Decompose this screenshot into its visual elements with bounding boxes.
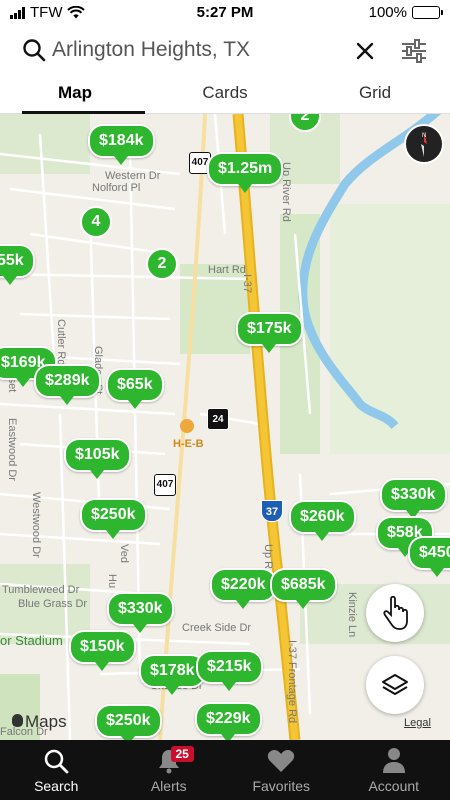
draw-search-button[interactable] <box>366 584 424 642</box>
road-label: Tumbleweed Dr <box>2 584 80 596</box>
compass-icon[interactable]: N <box>404 124 444 164</box>
price-pin[interactable]: $229k <box>195 702 262 740</box>
road-label: Ved <box>118 544 130 563</box>
price-pin[interactable]: $105k <box>64 438 131 479</box>
road-label: Eastwood Dr <box>6 418 18 481</box>
status-bar: TFW 5:27 PM 100% <box>0 0 450 26</box>
poi-label: H-E-B <box>173 438 204 450</box>
battery-icon <box>412 6 443 19</box>
price-pin[interactable]: $330k <box>380 478 447 519</box>
listing-cluster[interactable]: 2 <box>146 248 178 280</box>
price-pin[interactable]: $65k <box>106 368 164 409</box>
tabbar-alerts[interactable]: 25 Alerts <box>113 740 226 800</box>
price-pin[interactable]: $220k <box>210 568 277 609</box>
price-pin[interactable]: $184k <box>88 124 155 165</box>
tabbar-account[interactable]: Account <box>338 740 450 800</box>
alerts-badge: 25 <box>170 746 194 762</box>
road-label: Up R <box>262 544 274 570</box>
interstate-37-shield: 37 <box>261 500 283 522</box>
clear-search-button[interactable] <box>350 36 380 66</box>
tab-cards[interactable]: Cards <box>150 74 300 113</box>
road-label: I-37 Frontage Rd <box>286 640 298 724</box>
tab-grid[interactable]: Grid <box>300 74 450 113</box>
price-pin[interactable]: $260k <box>289 500 356 541</box>
road-label: Western Dr <box>105 170 161 182</box>
heart-icon <box>268 750 295 772</box>
road-label: Nolford Pl <box>92 182 141 194</box>
map-layers-button[interactable] <box>366 656 424 714</box>
tabbar-favorites[interactable]: Favorites <box>225 740 338 800</box>
road-label: Cutler Rd <box>55 319 67 366</box>
search-bar: Arlington Heights, TX <box>0 28 450 74</box>
apple-maps-logo: Maps <box>12 712 67 732</box>
road-label: Hu <box>106 574 118 589</box>
listing-cluster[interactable]: 4 <box>80 206 112 238</box>
tabbar-label: Alerts <box>150 778 187 794</box>
road-label: I-37 <box>241 274 253 293</box>
search-icon <box>45 749 69 774</box>
battery-group: 100% <box>368 4 443 21</box>
svg-text:N: N <box>422 133 426 139</box>
tabbar-search[interactable]: Search <box>0 740 113 800</box>
road-label: Creek Side Dr <box>182 622 252 634</box>
road-label: Westwood Dr <box>30 492 42 558</box>
bottom-tab-bar: Search 25 Alerts Favorites Account <box>0 740 450 800</box>
shopping-cart-icon <box>180 419 194 433</box>
hand-pointer-icon <box>383 596 408 630</box>
highway-24-shield: 24 <box>207 408 229 430</box>
price-pin[interactable]: $175k <box>236 312 303 353</box>
price-pin[interactable]: $289k <box>34 364 101 405</box>
price-pin[interactable]: $215k <box>196 650 263 691</box>
battery-percent: 100% <box>368 4 407 21</box>
tabbar-label: Favorites <box>252 778 311 794</box>
price-pin[interactable]: $250k <box>80 498 147 539</box>
price-pin[interactable]: $1.25m <box>207 152 284 193</box>
maps-attribution: Maps <box>25 712 67 731</box>
map-view[interactable]: Western Dr Nolford Pl Hart Rd Up River R… <box>0 114 450 740</box>
view-tabs: Map Cards Grid <box>0 74 450 114</box>
app-screen: TFW 5:27 PM 100% Arlington Heights, TX M… <box>0 0 450 800</box>
search-icon <box>23 39 46 62</box>
legal-link[interactable]: Legal <box>404 717 431 729</box>
tab-map[interactable]: Map <box>0 74 150 114</box>
price-pin[interactable]: $330k <box>107 592 174 633</box>
filter-sliders-button[interactable] <box>398 36 430 66</box>
price-pin[interactable]: $450 <box>408 536 450 577</box>
price-pin[interactable]: 55k <box>0 244 35 285</box>
highway-407-shield: 407 <box>154 474 176 496</box>
place-label: or Stadium <box>0 633 63 648</box>
tabbar-label: Search <box>34 778 79 794</box>
price-pin[interactable]: $685k <box>270 568 337 609</box>
price-pin[interactable]: $250k <box>95 704 162 740</box>
price-pin[interactable]: $150k <box>69 630 136 671</box>
road-label: Blue Grass Dr <box>18 598 88 610</box>
search-input[interactable]: Arlington Heights, TX <box>52 38 342 62</box>
layers-icon <box>382 674 408 695</box>
apple-logo-icon <box>12 714 23 727</box>
tabbar-label: Account <box>368 778 420 794</box>
road-label: Kinzie Ln <box>346 592 358 638</box>
person-icon <box>382 748 405 773</box>
